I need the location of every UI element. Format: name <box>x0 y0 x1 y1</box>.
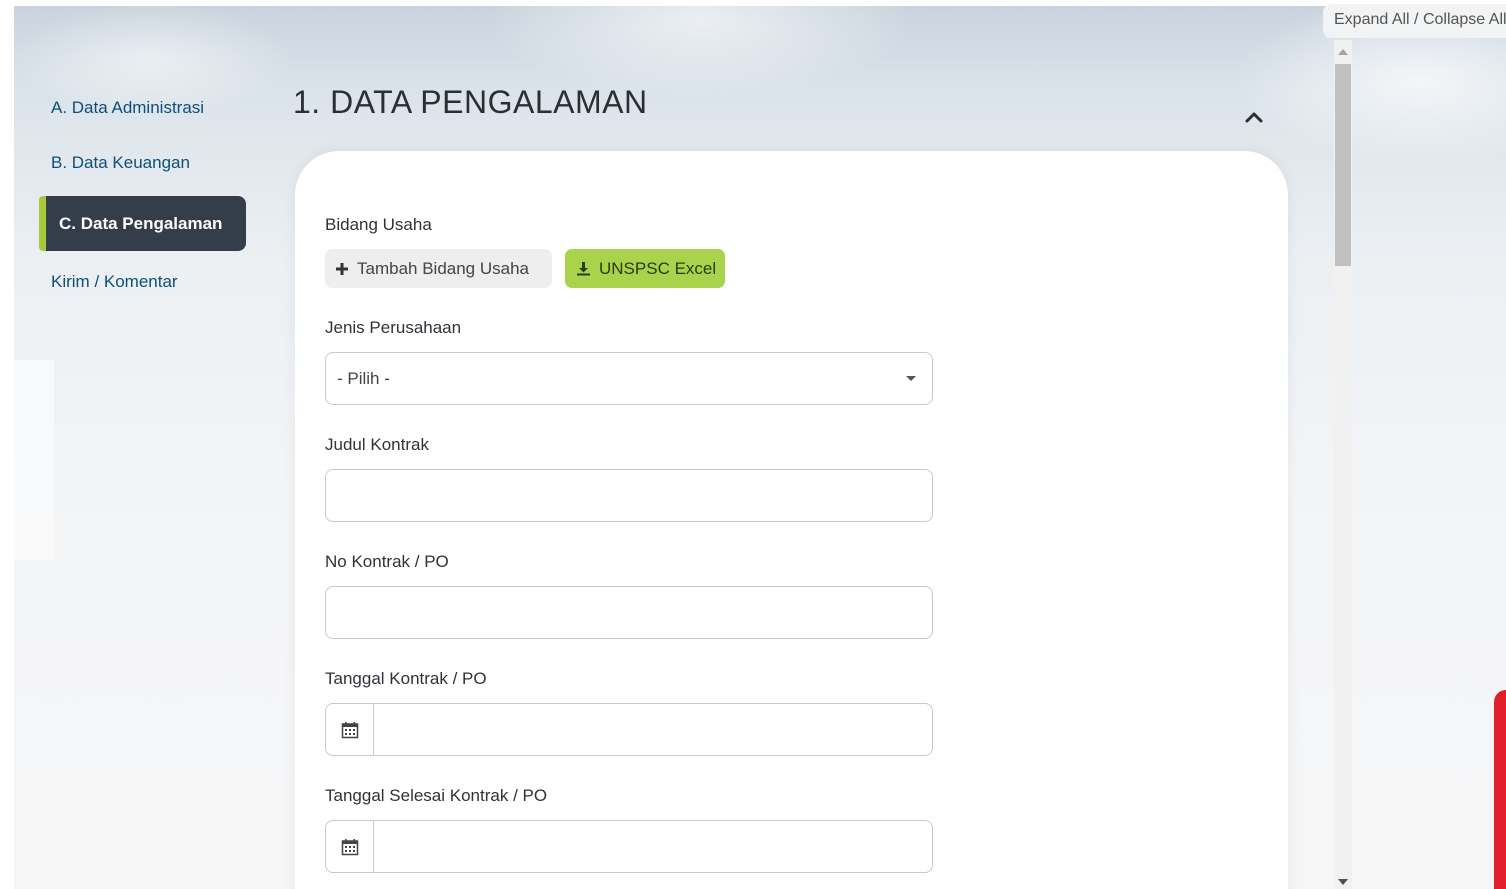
download-icon <box>576 261 591 276</box>
section-title: 1. DATA PENGALAMAN <box>293 84 648 120</box>
tanggal-selesai-input-wrap <box>374 821 932 872</box>
sidebar-item-data-pengalaman[interactable]: C. Data Pengalaman <box>39 196 246 251</box>
tanggal-selesai-label: Tanggal Selesai Kontrak / PO <box>325 786 548 805</box>
add-bidang-usaha-button[interactable]: Tambah Bidang Usaha <box>325 249 552 288</box>
judul-kontrak-field-wrapper <box>325 469 933 522</box>
no-kontrak-label: No Kontrak / PO <box>325 552 449 571</box>
no-kontrak-field-wrapper <box>325 586 933 639</box>
experience-form-card: Bidang Usaha Tambah Bidang Usaha UNSPSC … <box>295 151 1288 889</box>
calendar-icon[interactable] <box>326 704 374 755</box>
jenis-perusahaan-label: Jenis Perusahaan <box>325 318 462 337</box>
scrollbar[interactable] <box>1334 40 1352 889</box>
no-kontrak-input[interactable] <box>326 587 932 638</box>
plus-icon <box>335 262 349 276</box>
scroll-up-arrow-icon[interactable] <box>1338 49 1348 55</box>
sidebar-nav: A. Data Administrasi B. Data Keuangan C.… <box>39 86 249 315</box>
add-bidang-usaha-label: Tambah Bidang Usaha <box>357 258 530 278</box>
left-edge <box>0 0 14 889</box>
tanggal-selesai-field-wrapper <box>325 820 933 873</box>
sidebar-item-data-keuangan[interactable]: B. Data Keuangan <box>39 141 249 187</box>
calendar-icon[interactable] <box>326 821 374 872</box>
sidebar-item-kirim-komentar[interactable]: Kirim / Komentar <box>39 260 249 306</box>
tanggal-kontrak-input[interactable] <box>374 704 932 755</box>
sidebar-item-data-administrasi[interactable]: A. Data Administrasi <box>39 86 249 132</box>
judul-kontrak-input[interactable] <box>326 470 932 521</box>
tanggal-kontrak-label: Tanggal Kontrak / PO <box>325 669 487 688</box>
jenis-perusahaan-selected: - Pilih - <box>337 368 390 388</box>
jenis-perusahaan-select[interactable]: - Pilih - <box>325 352 933 405</box>
tanggal-selesai-input[interactable] <box>374 821 932 872</box>
brand-accent <box>1494 690 1506 889</box>
unspsc-excel-button[interactable]: UNSPSC Excel <box>565 249 725 288</box>
scroll-down-arrow-icon[interactable] <box>1338 879 1348 885</box>
top-edge <box>0 0 1506 6</box>
expand-collapse-all-toggle[interactable]: Expand All / Collapse All <box>1323 4 1506 38</box>
judul-kontrak-label: Judul Kontrak <box>325 435 429 454</box>
background-highlight <box>14 360 54 560</box>
scrollbar-thumb[interactable] <box>1335 64 1351 266</box>
tanggal-kontrak-input-wrap <box>374 704 932 755</box>
chevron-up-icon[interactable] <box>1241 104 1267 130</box>
caret-down-icon <box>906 376 916 381</box>
bidang-usaha-label: Bidang Usaha <box>325 215 432 234</box>
unspsc-excel-label: UNSPSC Excel <box>599 258 717 278</box>
tanggal-kontrak-field-wrapper <box>325 703 933 756</box>
